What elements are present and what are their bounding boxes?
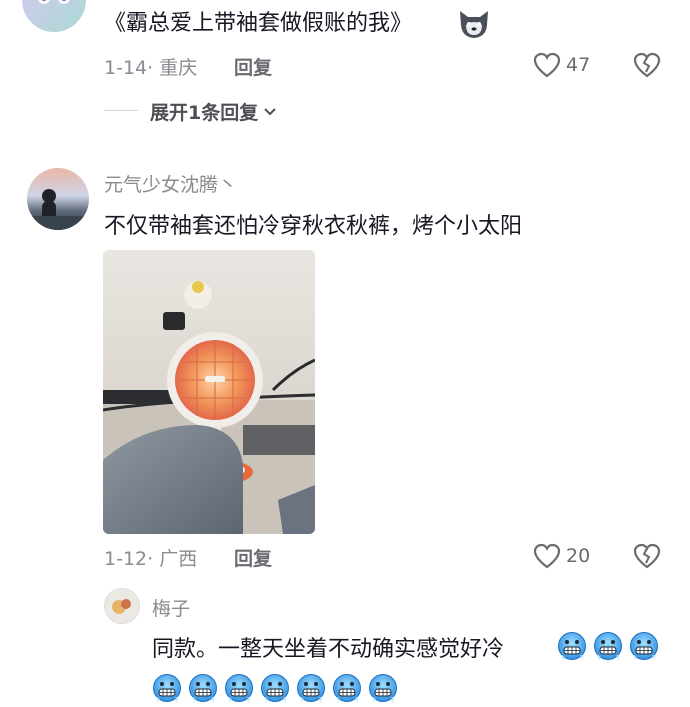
cold-face-emoji-icon xyxy=(296,673,326,703)
cold-face-emoji-icon xyxy=(629,631,659,661)
cold-face-emoji-icon xyxy=(557,631,587,661)
cold-face-emoji-icon xyxy=(152,673,182,703)
avatar-photo xyxy=(27,189,89,230)
reply-username[interactable]: 梅子 xyxy=(152,594,190,621)
avatar-illustration xyxy=(38,0,70,4)
cold-face-emoji-icon xyxy=(368,673,398,703)
avatar-reply-user[interactable] xyxy=(104,588,140,624)
expand-replies-button[interactable]: 展开1条回复 xyxy=(150,98,278,125)
heart-icon xyxy=(533,52,561,78)
comment-username[interactable]: 元气少女沈腾丶 xyxy=(104,170,237,197)
comment-location: 重庆 xyxy=(159,57,198,79)
reply-button[interactable]: 回复 xyxy=(234,544,272,571)
expand-replies-divider xyxy=(104,110,138,111)
avatar-commenter-2[interactable] xyxy=(27,168,89,230)
expand-replies-label: 展开1条回复 xyxy=(150,102,259,124)
comment-date: 1-14 xyxy=(104,57,148,79)
cold-face-emoji-icon xyxy=(260,673,290,703)
like-button[interactable]: 47 xyxy=(533,50,590,80)
broken-heart-icon xyxy=(633,543,661,569)
dislike-button[interactable] xyxy=(633,52,661,82)
chevron-down-icon xyxy=(264,107,276,115)
avatar-photo xyxy=(112,599,131,614)
comment-meta: 1-14· 重庆 xyxy=(104,57,198,79)
wolf-sticker-icon xyxy=(456,5,492,41)
broken-heart-icon xyxy=(633,52,661,78)
comment-image-heater[interactable] xyxy=(103,250,315,534)
cold-face-emoji-icon xyxy=(332,673,362,703)
heater-photo xyxy=(103,250,315,534)
like-count: 47 xyxy=(566,54,591,76)
comment-date: 1-12 xyxy=(104,548,148,570)
cold-face-emoji-icon xyxy=(224,673,254,703)
heart-icon xyxy=(533,543,561,569)
reply-text: 同款。一整天坐着不动确实感觉好冷 xyxy=(152,637,505,662)
comment-location: 广西 xyxy=(159,548,198,570)
like-count: 20 xyxy=(566,545,591,567)
cold-face-emoji-icon xyxy=(593,631,623,661)
reply-button[interactable]: 回复 xyxy=(234,53,272,80)
comment-text: 《霸总爱上带袖套做假账的我》 xyxy=(104,11,413,36)
cold-face-emoji-icon xyxy=(188,673,218,703)
comment-text: 不仅带袖套还怕冷穿秋衣秋裤，烤个小太阳 xyxy=(104,214,523,239)
reply-emoji-row-2 xyxy=(152,673,404,703)
reply-emoji-row-1 xyxy=(557,631,665,661)
avatar-commenter-1[interactable] xyxy=(22,0,86,32)
dislike-button[interactable] xyxy=(633,543,661,573)
like-button[interactable]: 20 xyxy=(533,541,590,571)
comment-meta: 1-12· 广西 xyxy=(104,548,198,570)
